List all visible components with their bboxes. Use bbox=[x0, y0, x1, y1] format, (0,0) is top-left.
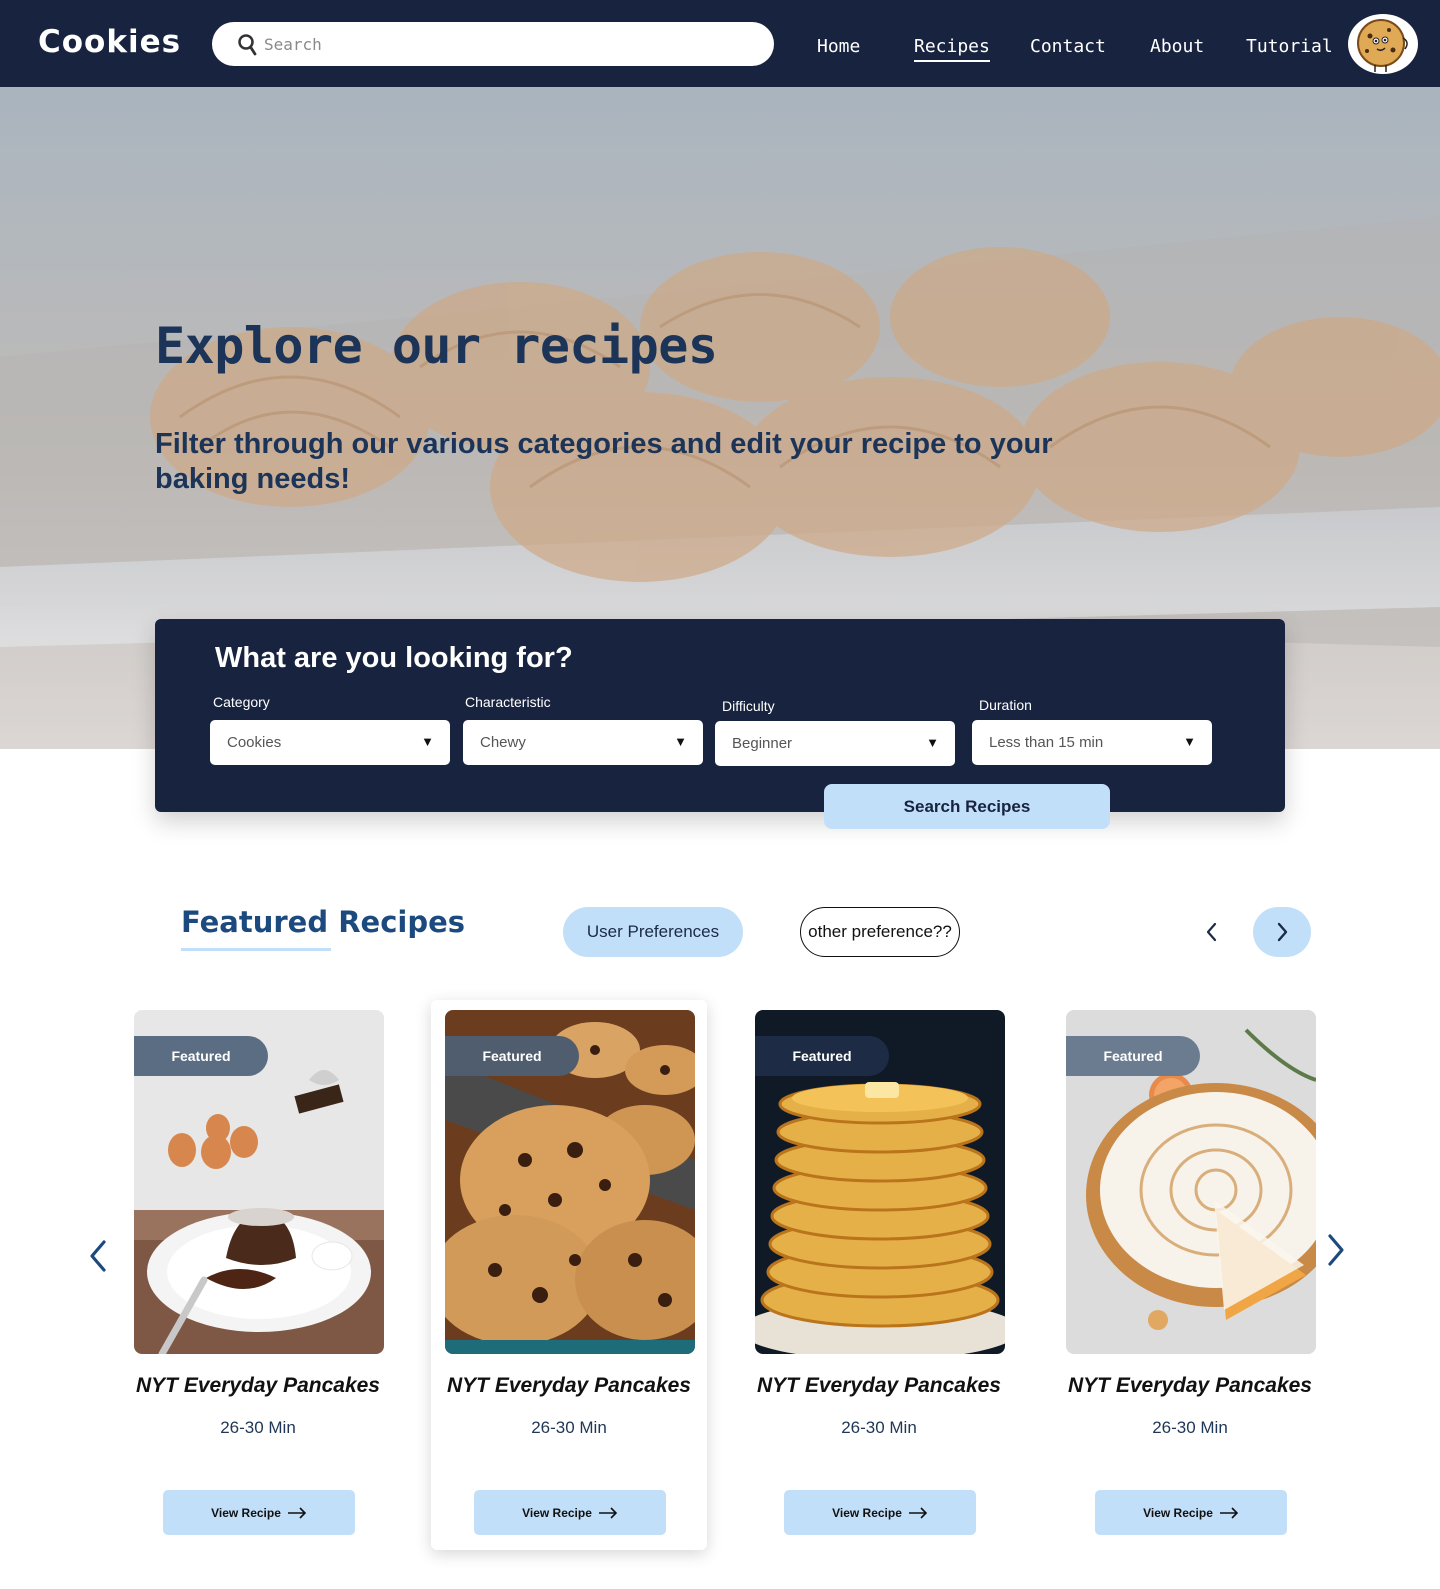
duration-label: Duration bbox=[979, 697, 1032, 713]
recipe-image: Featured bbox=[445, 1010, 695, 1354]
difficulty-select[interactable]: Beginner ▼ bbox=[715, 721, 955, 766]
featured-next-button[interactable] bbox=[1253, 907, 1311, 957]
nav-home[interactable]: Home bbox=[817, 36, 860, 57]
recipe-image: Featured bbox=[1066, 1010, 1316, 1354]
featured-title: Featured Recipes bbox=[181, 905, 466, 939]
recipe-duration: 26-30 Min bbox=[841, 1418, 917, 1437]
view-recipe-label: View Recipe bbox=[832, 1505, 902, 1520]
chevron-right-icon bbox=[1277, 922, 1288, 942]
featured-title-underline bbox=[181, 948, 331, 951]
carousel-prev-icon[interactable] bbox=[84, 1236, 114, 1276]
recipe-image: Featured bbox=[134, 1010, 384, 1354]
featured-badge: Featured bbox=[755, 1036, 889, 1076]
recipe-title: NYT Everyday Pancakes bbox=[757, 1374, 1001, 1397]
duration-value: Less than 15 min bbox=[989, 734, 1104, 751]
view-recipe-button[interactable]: View Recipe bbox=[163, 1490, 355, 1535]
filter-title: What are you looking for? bbox=[215, 642, 573, 674]
arrow-right-icon bbox=[598, 1506, 618, 1519]
hero-subtitle: Filter through our various categories an… bbox=[155, 428, 1053, 495]
view-recipe-button[interactable]: View Recipe bbox=[1095, 1490, 1287, 1535]
recipe-title: NYT Everyday Pancakes bbox=[136, 1374, 380, 1397]
search-icon bbox=[238, 34, 257, 56]
recipe-image: Featured bbox=[755, 1010, 1005, 1354]
characteristic-value: Chewy bbox=[480, 734, 526, 751]
recipe-card[interactable]: Featured NYT Everyday Pancakes 26-30 Min… bbox=[431, 1000, 707, 1550]
user-preferences-pill[interactable]: User Preferences bbox=[563, 907, 743, 957]
recipe-duration: 26-30 Min bbox=[531, 1418, 607, 1437]
recipe-title: NYT Everyday Pancakes bbox=[1068, 1374, 1312, 1397]
view-recipe-label: View Recipe bbox=[1143, 1505, 1213, 1520]
recipe-card[interactable]: Featured NYT Everyday Pancakes 26-30 Min… bbox=[1052, 1000, 1328, 1550]
top-nav: Cookies Home Recipes Contact About Tutor… bbox=[0, 0, 1440, 87]
search-recipes-button[interactable]: Search Recipes bbox=[824, 784, 1110, 829]
recipe-duration: 26-30 Min bbox=[1152, 1418, 1228, 1437]
category-select[interactable]: Cookies ▼ bbox=[210, 720, 450, 765]
caret-down-icon: ▼ bbox=[421, 734, 434, 749]
recipe-duration: 26-30 Min bbox=[220, 1418, 296, 1437]
category-label: Category bbox=[213, 694, 270, 710]
view-recipe-label: View Recipe bbox=[211, 1505, 281, 1520]
other-preference-pill[interactable]: other preference?? bbox=[800, 907, 960, 957]
recipe-filter-panel: What are you looking for? Category Cooki… bbox=[155, 619, 1285, 829]
characteristic-label: Characteristic bbox=[465, 694, 551, 710]
nav-contact[interactable]: Contact bbox=[1030, 36, 1106, 57]
characteristic-select[interactable]: Chewy ▼ bbox=[463, 720, 703, 765]
featured-badge: Featured bbox=[445, 1036, 579, 1076]
brand-logo[interactable]: Cookies bbox=[38, 24, 181, 60]
cookie-mascot-icon bbox=[1357, 19, 1408, 72]
view-recipe-label: View Recipe bbox=[522, 1505, 592, 1520]
featured-badge: Featured bbox=[1066, 1036, 1200, 1076]
view-recipe-button[interactable]: View Recipe bbox=[474, 1490, 666, 1535]
avatar[interactable] bbox=[1348, 14, 1418, 74]
caret-down-icon: ▼ bbox=[1183, 734, 1196, 749]
difficulty-label: Difficulty bbox=[722, 698, 775, 714]
nav-recipes[interactable]: Recipes bbox=[914, 36, 990, 62]
caret-down-icon: ▼ bbox=[674, 734, 687, 749]
recipe-card[interactable]: Featured NYT Everyday Pancakes 26-30 Min… bbox=[120, 1000, 396, 1550]
recipe-title: NYT Everyday Pancakes bbox=[447, 1374, 691, 1397]
category-value: Cookies bbox=[227, 734, 282, 751]
arrow-right-icon bbox=[287, 1506, 307, 1519]
difficulty-value: Beginner bbox=[732, 735, 793, 752]
chevron-left-icon[interactable] bbox=[1192, 912, 1232, 952]
nav-tutorial[interactable]: Tutorial bbox=[1246, 36, 1333, 57]
caret-down-icon: ▼ bbox=[926, 735, 939, 750]
search-input[interactable] bbox=[264, 22, 754, 66]
recipe-card[interactable]: Featured NYT Everyday Pancakes 26-30 Min… bbox=[741, 1000, 1017, 1550]
nav-about[interactable]: About bbox=[1150, 36, 1204, 57]
hero-title: Explore our recipes bbox=[155, 317, 718, 375]
search-bar[interactable] bbox=[212, 22, 774, 66]
view-recipe-button[interactable]: View Recipe bbox=[784, 1490, 976, 1535]
arrow-right-icon bbox=[908, 1506, 928, 1519]
featured-badge: Featured bbox=[134, 1036, 268, 1076]
duration-select[interactable]: Less than 15 min ▼ bbox=[972, 720, 1212, 765]
arrow-right-icon bbox=[1219, 1506, 1239, 1519]
